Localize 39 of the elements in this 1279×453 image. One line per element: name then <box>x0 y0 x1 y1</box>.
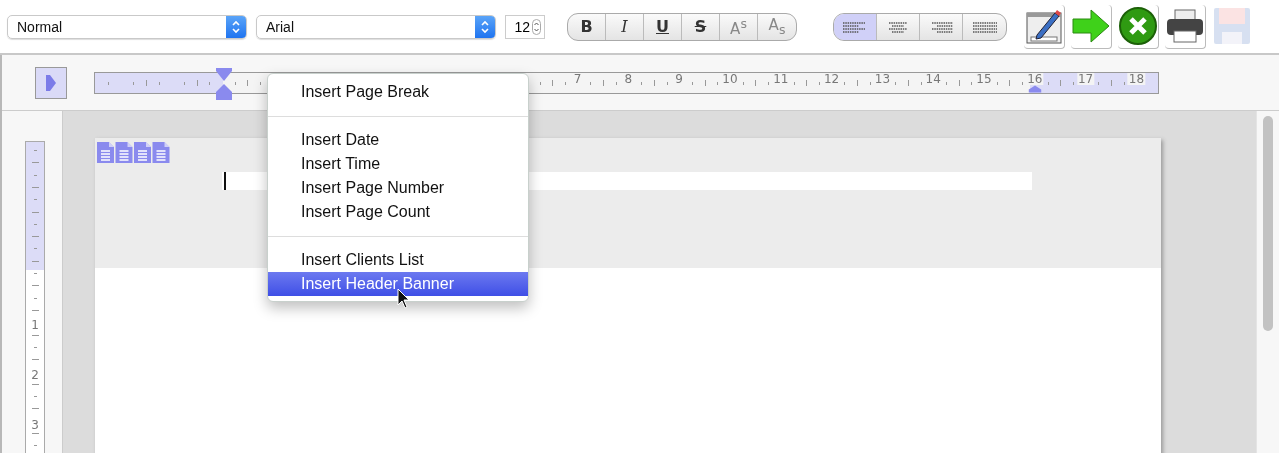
ruler-number: 8 <box>623 72 634 85</box>
close-icon[interactable] <box>1118 4 1159 49</box>
strike-button[interactable]: S <box>682 13 720 40</box>
toggle-ruler-button[interactable] <box>35 66 67 99</box>
right-indent-marker-icon[interactable] <box>1028 84 1042 93</box>
menu-item[interactable]: Insert Header Banner <box>268 272 528 296</box>
underline-button[interactable]: U <box>644 13 682 40</box>
menu-item[interactable]: Insert Date <box>268 128 528 152</box>
italic-button[interactable]: I <box>606 13 644 40</box>
menu-item[interactable]: Insert Page Break <box>268 80 528 104</box>
ruler-number: 9 <box>674 72 684 85</box>
select-arrows-icon <box>226 15 246 38</box>
font-size-field[interactable]: 12 <box>505 14 545 39</box>
ruler-number: 16 <box>1026 72 1044 85</box>
style-select[interactable]: Normal <box>7 14 247 39</box>
menu-item[interactable]: Insert Page Count <box>268 200 528 224</box>
menu-item[interactable]: Insert Clients List <box>268 248 528 272</box>
ruler-number: 10 <box>721 72 739 85</box>
ruler-number: 14 <box>924 72 942 85</box>
ruler-number: 15 <box>975 72 993 85</box>
bold-button[interactable]: B <box>568 13 606 40</box>
ruler-number: 13 <box>873 72 892 85</box>
ruler-number: 12 <box>822 72 841 85</box>
font-select[interactable]: Arial <box>256 14 496 39</box>
ruler-number: 17 <box>1076 72 1095 85</box>
triangle-icon <box>44 72 58 93</box>
align-lines-icon <box>971 19 998 34</box>
menu-item[interactable]: Insert Page Number <box>268 176 528 200</box>
menu-item[interactable]: Insert Time <box>268 152 528 176</box>
stepper-icon[interactable] <box>532 18 541 35</box>
ruler-number: 11 <box>772 72 790 85</box>
page-icons-icon <box>97 142 171 164</box>
select-arrows-icon <box>475 15 495 38</box>
ruler-number: 7 <box>572 72 583 85</box>
align-left-button[interactable] <box>834 13 877 40</box>
ruler-number: 18 <box>1127 72 1146 85</box>
indent-marker-icon[interactable] <box>215 66 233 101</box>
scrollbar-thumb[interactable] <box>1263 116 1273 331</box>
align-lines-icon <box>842 19 868 34</box>
